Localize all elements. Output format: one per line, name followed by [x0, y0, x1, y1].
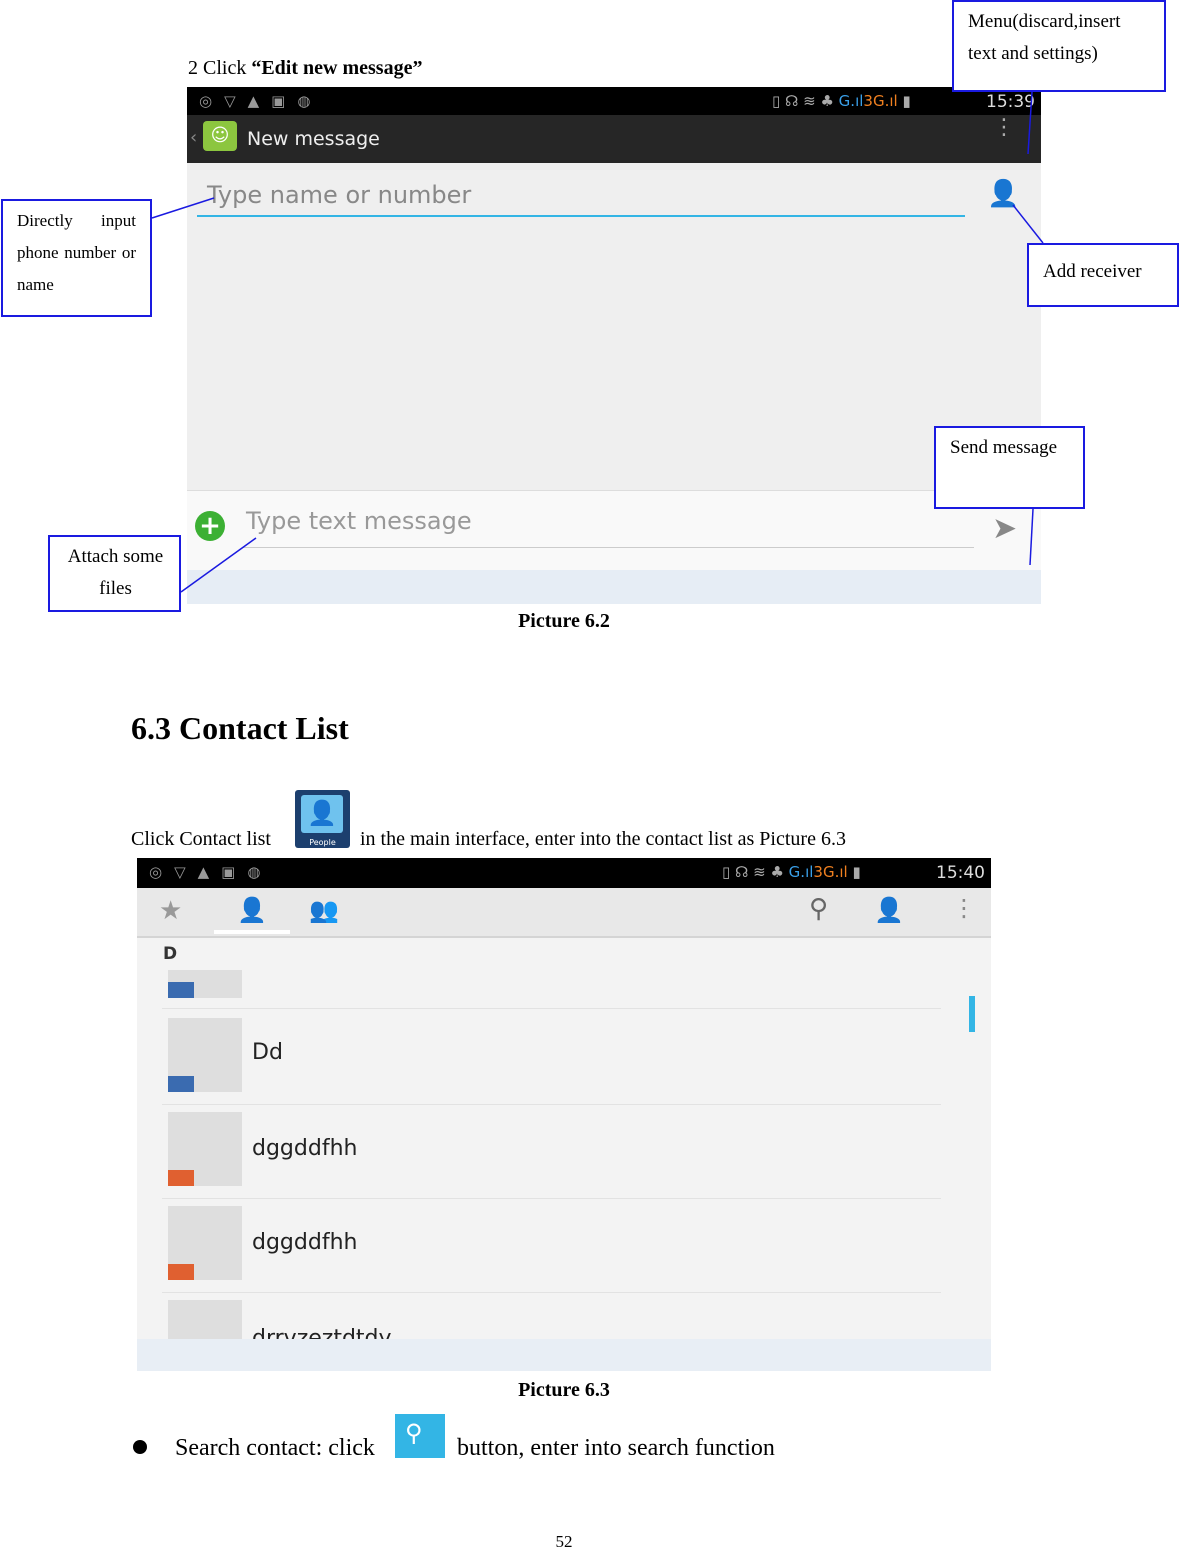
input-connector	[151, 197, 215, 219]
section-heading: 6.3 Contact List	[131, 710, 349, 746]
add-contact-icon[interactable]: 👤	[874, 896, 904, 924]
bullet-text-after: button, enter into search function	[457, 1435, 775, 1461]
callout-direct-input: Directly input phone number or name	[1, 199, 152, 317]
manual-page: 2 Click “Edit new message” ◎▽▲▣◍ ▯ ☊ ≋ ♣…	[0, 0, 1179, 1549]
callout-attach: Attach some files	[48, 535, 181, 612]
add-receiver-connector	[1012, 204, 1044, 244]
contact-row[interactable]: Dd	[162, 1016, 941, 1105]
selected-tab-indicator	[214, 930, 290, 934]
tab-contacts-person-icon[interactable]: 👤	[237, 896, 267, 924]
menu-connector	[1027, 91, 1033, 155]
overflow-menu-icon[interactable]: ⋮	[952, 894, 976, 922]
people-icon-label: People	[309, 838, 336, 847]
callout-connectors	[151, 91, 1044, 593]
page-number: 52	[555, 1532, 573, 1549]
notification-icons: ◎▽▲▣◍	[149, 863, 273, 881]
contact-name: Dd	[252, 1040, 283, 1065]
contact-avatar	[168, 1206, 242, 1280]
caption-picture-6-2: Picture 6.2	[518, 610, 610, 632]
contact-avatar	[168, 1112, 242, 1186]
section-letter: D	[163, 944, 178, 964]
tab-favorites-star-icon[interactable]: ★	[159, 896, 182, 926]
bullet-dot	[133, 1440, 147, 1454]
caption-picture-6-3: Picture 6.3	[518, 1379, 610, 1401]
send-connector	[1029, 508, 1034, 566]
system-icons: ▯ ☊ ≋ ♣ G.ıl3G.ıl ▮	[722, 863, 861, 881]
callout-menu: Menu(discard,insert text and settings)	[952, 0, 1166, 92]
status-time: 15:40	[936, 863, 985, 883]
screenshot-contact-list: ◎▽▲▣◍ ▯ ☊ ≋ ♣ G.ıl3G.ıl ▮ 15:40 ★ 👤 👥 ⚲ …	[137, 858, 991, 1371]
search-icon[interactable]: ⚲	[809, 894, 828, 924]
tab-groups-icon[interactable]: 👥	[309, 896, 339, 924]
callout-send: Send message	[934, 426, 1085, 509]
intro-text-before: Click Contact list	[131, 828, 271, 850]
contacts-toolbar: ★ 👤 👥 ⚲ 👤 ⋮	[137, 888, 991, 938]
attach-connector	[180, 537, 257, 593]
bottom-fade	[137, 1339, 991, 1371]
intro-text-after: in the main interface, enter into the co…	[360, 828, 846, 850]
people-app-icon: 👤 People	[295, 790, 350, 848]
contact-name: dggddfhh	[252, 1136, 358, 1161]
search-button-icon: ⚲	[395, 1414, 445, 1458]
contact-name: dggddfhh	[252, 1230, 358, 1255]
contact-row[interactable]: dggddfhh	[162, 1204, 941, 1293]
callout-add-receiver: Add receiver	[1027, 243, 1179, 307]
scrollbar-thumb[interactable]	[969, 996, 975, 1032]
bullet-text-before: Search contact: click	[175, 1435, 375, 1461]
contact-row[interactable]: dggddfhh	[162, 1110, 941, 1199]
status-bar: ◎▽▲▣◍ ▯ ☊ ≋ ♣ G.ıl3G.ıl ▮ 15:40	[137, 858, 991, 888]
contact-row[interactable]	[162, 970, 941, 1009]
contact-avatar	[168, 1018, 242, 1092]
contact-avatar	[168, 970, 242, 998]
